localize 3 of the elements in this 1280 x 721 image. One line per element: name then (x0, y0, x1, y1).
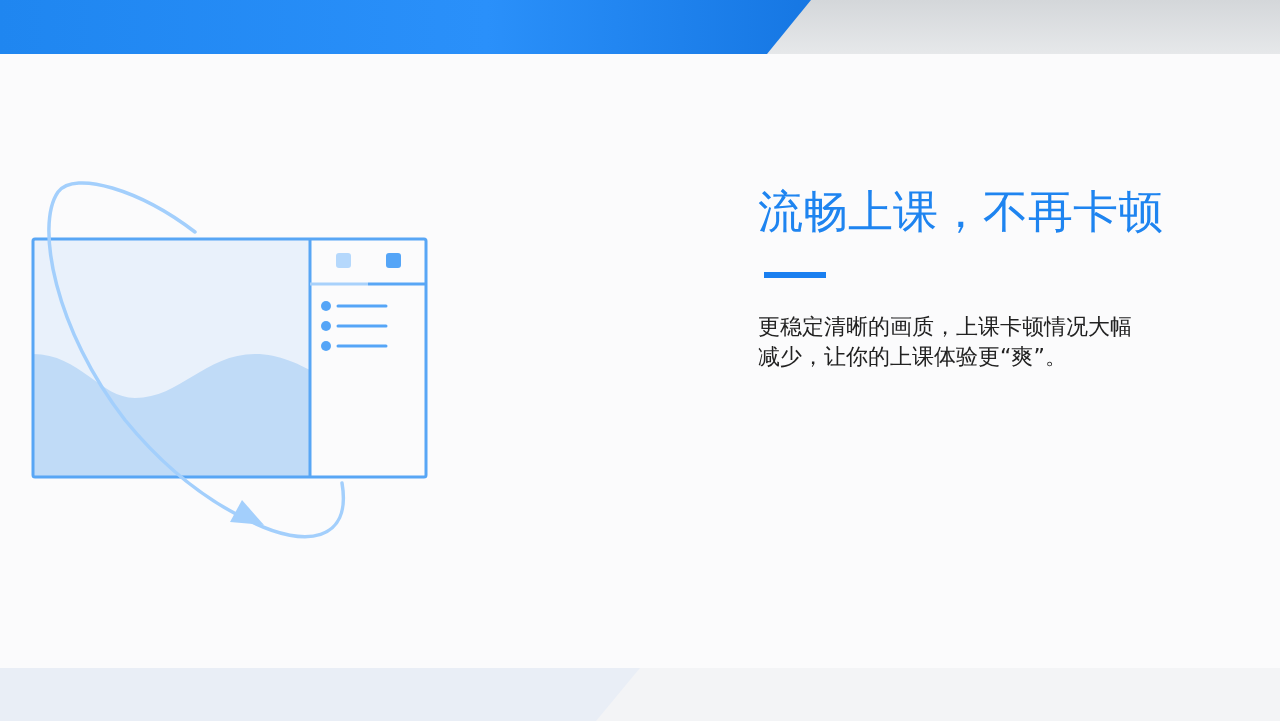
feature-title: 流畅上课，不再卡顿 (758, 184, 1164, 240)
accent-bar (764, 272, 826, 278)
feature-description: 更稳定清晰的画质，上课卡顿情况大幅减少，让你的上课体验更“爽”。 (758, 313, 1133, 371)
